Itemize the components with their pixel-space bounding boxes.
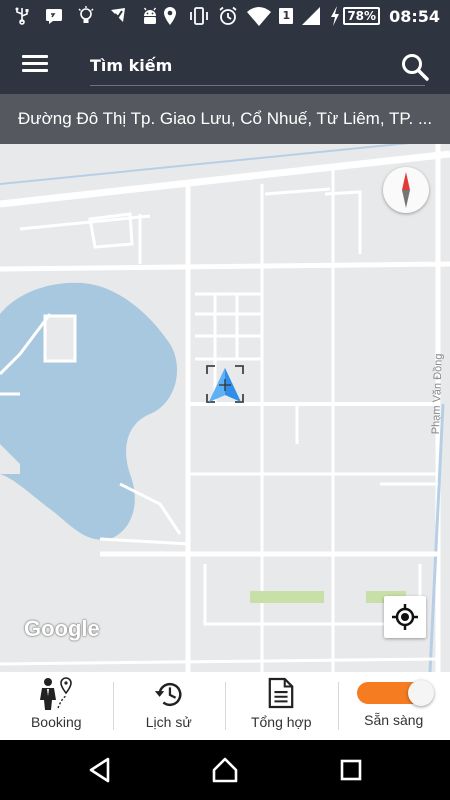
- current-address[interactable]: Đường Đô Thị Tp. Giao Lưu, Cổ Nhuế, Từ L…: [0, 94, 450, 144]
- nav-booking[interactable]: Booking: [0, 672, 113, 740]
- map-roads: [0, 144, 450, 672]
- location-pin-icon: [164, 7, 177, 25]
- android-icon: [143, 7, 157, 24]
- nav-summary[interactable]: Tổng hợp: [225, 672, 338, 740]
- status-bar: 1 78% 08:54: [0, 0, 450, 34]
- vibrate-icon: [190, 7, 209, 25]
- usb-icon: [15, 7, 29, 25]
- nav-history-label: Lịch sử: [145, 714, 192, 730]
- battery-indicator: 78%: [329, 5, 381, 27]
- system-navigation-bar: [0, 740, 450, 800]
- nav-summary-label: Tổng hợp: [250, 714, 312, 730]
- charging-icon: [331, 6, 340, 26]
- nav-booking-label: Booking: [30, 714, 82, 730]
- current-location-marker: [205, 364, 245, 404]
- bottom-navigation: Booking Lịch sử Tổng hợp Sẵn sàng: [0, 672, 450, 740]
- app-bar: [0, 34, 450, 94]
- toggle-knob: [407, 680, 434, 706]
- my-location-button[interactable]: [384, 596, 426, 638]
- booking-person-icon: [40, 677, 73, 710]
- home-icon[interactable]: [211, 756, 239, 784]
- nav-ready[interactable]: Sẵn sàng: [337, 672, 450, 740]
- map-view[interactable]: Phạm Văn Đồng Google: [0, 144, 450, 672]
- lake: [0, 282, 178, 540]
- notification-badge: 1: [279, 8, 294, 24]
- recent-apps-icon[interactable]: [337, 756, 365, 784]
- battery-percent: 78%: [343, 7, 381, 25]
- status-time: 08:54: [389, 6, 440, 26]
- hamburger-menu-icon[interactable]: [20, 52, 50, 78]
- lightbulb-icon: [78, 6, 94, 23]
- nav-ready-label: Sẵn sàng: [364, 712, 424, 728]
- history-icon: [154, 682, 182, 707]
- compass-icon[interactable]: [383, 167, 429, 213]
- message-icon: [46, 9, 62, 24]
- alarm-icon: [219, 6, 237, 25]
- search-icon[interactable]: [400, 52, 430, 82]
- wifi-icon: [247, 7, 272, 26]
- crosshair-icon: [392, 604, 418, 630]
- document-icon: [268, 677, 294, 709]
- back-icon[interactable]: [86, 756, 114, 784]
- nav-history[interactable]: Lịch sử: [112, 672, 226, 740]
- google-logo: Google: [24, 616, 100, 641]
- ready-toggle[interactable]: [356, 680, 434, 706]
- search-input[interactable]: [90, 52, 425, 86]
- check-shield-icon: [111, 8, 125, 22]
- signal-icon: [302, 7, 321, 25]
